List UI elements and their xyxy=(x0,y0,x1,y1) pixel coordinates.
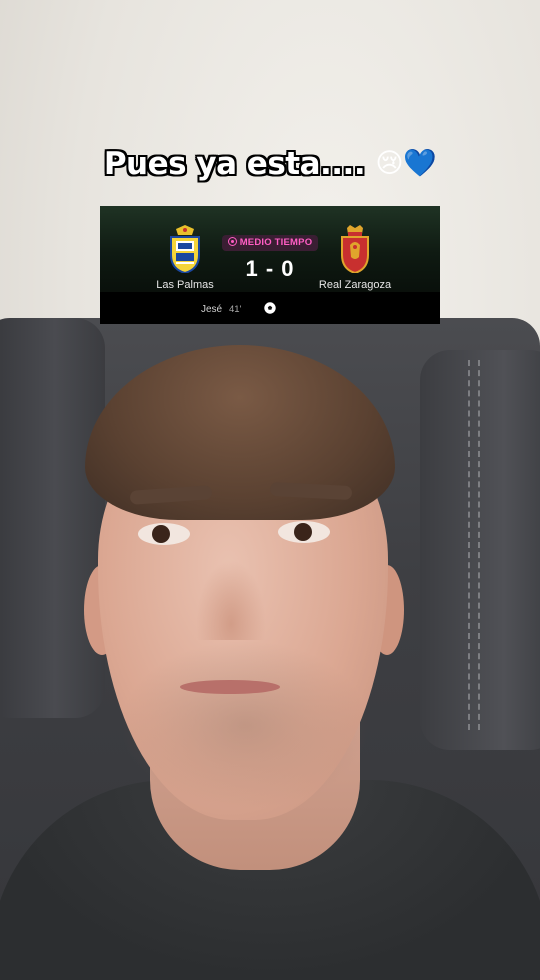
person-eye-right xyxy=(278,521,330,543)
match-status-badge: MEDIO TIEMPO xyxy=(222,235,318,251)
soccer-ball-icon xyxy=(264,302,276,314)
person-nose xyxy=(196,560,266,640)
person-eye-left xyxy=(138,523,190,545)
person-mouth xyxy=(180,680,280,694)
live-indicator-icon xyxy=(227,237,237,246)
match-score-card[interactable]: Las Palmas Real Zaragoza MEDIO TIEMPO 1 … xyxy=(100,206,440,324)
las-palmas-crest-icon xyxy=(170,225,200,273)
sofa-cushion-left xyxy=(0,318,105,718)
caption-overlay: Pues ya esta.... 😢💙 xyxy=(0,146,540,182)
goal-minute: 41' xyxy=(229,304,242,315)
sofa-seam xyxy=(478,360,482,730)
caption-text: Pues ya esta.... xyxy=(103,146,366,182)
person-stubble xyxy=(120,640,370,810)
goal-scorer-name: Jesé xyxy=(201,304,223,315)
match-score: 1 - 0 xyxy=(245,256,295,281)
real-zaragoza-crest-icon xyxy=(341,225,369,273)
sofa-seam xyxy=(468,360,472,730)
match-status-text: MEDIO TIEMPO xyxy=(239,237,313,248)
caption-emojis: 😢💙 xyxy=(375,148,437,179)
